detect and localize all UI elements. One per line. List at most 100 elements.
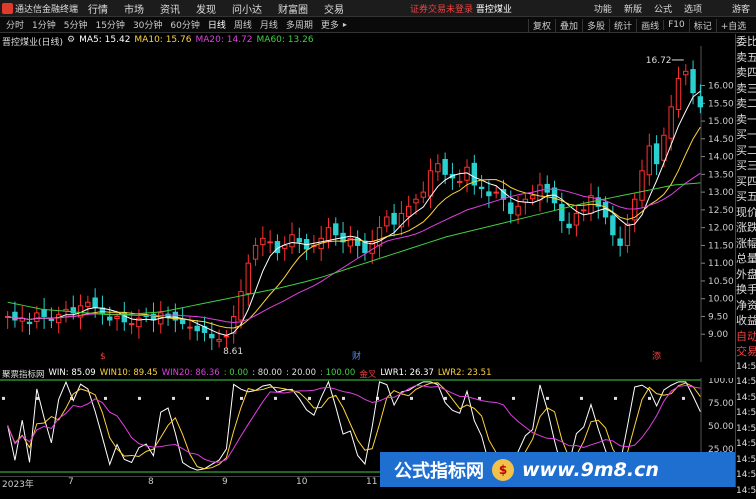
ind-yaxis-label: 50.00 <box>708 422 734 432</box>
menu-new-version[interactable]: 新版 <box>618 2 648 15</box>
level-80-dot <box>206 397 209 400</box>
btn-overlay[interactable]: 叠加 <box>555 19 582 32</box>
candle-body <box>662 135 666 160</box>
btn-f10[interactable]: F10 <box>663 20 689 30</box>
menu-options[interactable]: 选项 <box>678 2 708 15</box>
level-80-dot <box>444 397 447 400</box>
candle-body <box>479 187 483 188</box>
menu-assistant[interactable]: 问小达 <box>224 1 270 16</box>
menu-guest[interactable]: 游客 <box>708 2 756 15</box>
candlestick-chart[interactable]: 16.0015.5015.0014.5014.0013.5013.0012.50… <box>0 46 735 362</box>
app-title: 通达信金融终端 <box>15 2 78 15</box>
menu-discover[interactable]: 发现 <box>188 1 224 16</box>
btn-add-watchlist[interactable]: +自选 <box>716 19 751 32</box>
menu-market[interactable]: 市场 <box>116 1 152 16</box>
level-80-dot <box>2 397 5 400</box>
period-30min[interactable]: 30分钟 <box>129 18 166 31</box>
candle-body <box>640 171 644 200</box>
side-panel-item: 买一 <box>736 127 756 143</box>
period-daily[interactable]: 日线 <box>204 18 230 31</box>
candle-body <box>253 245 257 259</box>
side-panel-item: 14:5 <box>736 406 756 422</box>
side-panel-item: 涨幅 <box>736 236 756 252</box>
yaxis-tick-label: 11.50 <box>708 241 734 251</box>
level-80-dot <box>648 397 651 400</box>
candle-body <box>618 239 622 245</box>
side-panel-item: 14:5 <box>736 484 756 499</box>
candle-body <box>180 320 184 324</box>
candle-body <box>49 319 53 320</box>
side-panel-item: 14:5 <box>736 453 756 469</box>
menu-trade[interactable]: 交易 <box>316 1 352 16</box>
candle-body <box>538 185 542 200</box>
period-weekly[interactable]: 周线 <box>230 18 256 31</box>
candle-body <box>195 326 199 330</box>
xaxis-label: 11 <box>366 477 377 487</box>
level-80-dot <box>682 397 685 400</box>
candle-body <box>377 228 381 246</box>
side-panel-item: 买四 <box>736 174 756 190</box>
more-arrow-icon[interactable]: ▸ <box>343 20 347 29</box>
side-panel-item[interactable]: 交易 <box>736 344 756 360</box>
period-60min[interactable]: 60分钟 <box>166 18 203 31</box>
candle-body <box>684 71 688 74</box>
yaxis-tick-label: 15.00 <box>708 117 734 127</box>
period-5min[interactable]: 5分钟 <box>60 18 92 31</box>
menu-function[interactable]: 功能 <box>588 2 618 15</box>
coin-icon: $ <box>492 459 514 481</box>
yaxis-tick-label: 9.00 <box>708 330 728 340</box>
side-panel-item: 14:5 <box>736 375 756 391</box>
candle-body <box>509 203 513 213</box>
btn-mark[interactable]: 标记 <box>689 19 716 32</box>
candle-body <box>428 171 432 196</box>
yaxis-tick-label: 13.50 <box>708 170 734 180</box>
yaxis-tick-label: 9.50 <box>708 312 728 322</box>
candle-body <box>217 340 221 342</box>
candle-body <box>188 327 192 328</box>
side-panel-item: 卖三 <box>736 81 756 97</box>
menu-news[interactable]: 资讯 <box>152 1 188 16</box>
side-panel-item: 14:5 <box>736 422 756 438</box>
candle-body <box>458 181 462 182</box>
period-1min[interactable]: 1分钟 <box>28 18 60 31</box>
side-panel-item: 卖五 <box>736 50 756 66</box>
candle-body <box>86 302 90 306</box>
side-panel-item: 14:5 <box>736 391 756 407</box>
period-more[interactable]: 更多 <box>317 18 343 31</box>
candle-body <box>326 228 330 241</box>
ma20-line <box>8 173 701 322</box>
yaxis-tick-label: 12.50 <box>708 206 734 216</box>
candle-body <box>567 224 571 227</box>
candle-body <box>42 310 46 317</box>
level-80-dot <box>240 397 243 400</box>
candle-body <box>392 213 396 224</box>
period-fenshi[interactable]: 分时 <box>2 18 28 31</box>
side-panel-item[interactable]: 自动 <box>736 329 756 345</box>
candle-body <box>115 316 119 318</box>
menu-quotes[interactable]: 行情 <box>80 1 116 16</box>
candle-body <box>414 199 418 203</box>
menu-bar: 通达信金融终端 行情 市场 资讯 发现 问小达 财富圈 交易 证券交易未登录 晋… <box>0 0 756 17</box>
level-80-dot <box>308 397 311 400</box>
period-multi[interactable]: 多周期 <box>282 18 317 31</box>
btn-adjust[interactable]: 复权 <box>528 19 555 32</box>
candle-body <box>129 324 133 325</box>
menu-formula[interactable]: 公式 <box>648 2 678 15</box>
btn-draw[interactable]: 画线 <box>636 19 663 32</box>
watermark-banner: 公式指标网 $ www.9m8.cn <box>380 452 735 487</box>
login-notice[interactable]: 证券交易未登录 晋控煤业 <box>410 2 512 15</box>
btn-stats[interactable]: 统计 <box>609 19 636 32</box>
period-monthly[interactable]: 月线 <box>256 18 282 31</box>
level-80-dot <box>614 397 617 400</box>
candle-body <box>698 97 702 107</box>
side-panel-item: 总量 <box>736 251 756 267</box>
period-15min[interactable]: 15分钟 <box>91 18 128 31</box>
candle-body <box>13 312 17 320</box>
yaxis-tick-label: 10.50 <box>708 277 734 287</box>
watermark-url: www.9m8.cn <box>522 459 659 481</box>
btn-multi-stock[interactable]: 多股 <box>582 19 609 32</box>
side-panel-item: 卖四 <box>736 65 756 81</box>
menu-wealth[interactable]: 财富圈 <box>270 1 316 16</box>
ma10-line <box>8 127 701 328</box>
candle-body <box>385 217 389 226</box>
